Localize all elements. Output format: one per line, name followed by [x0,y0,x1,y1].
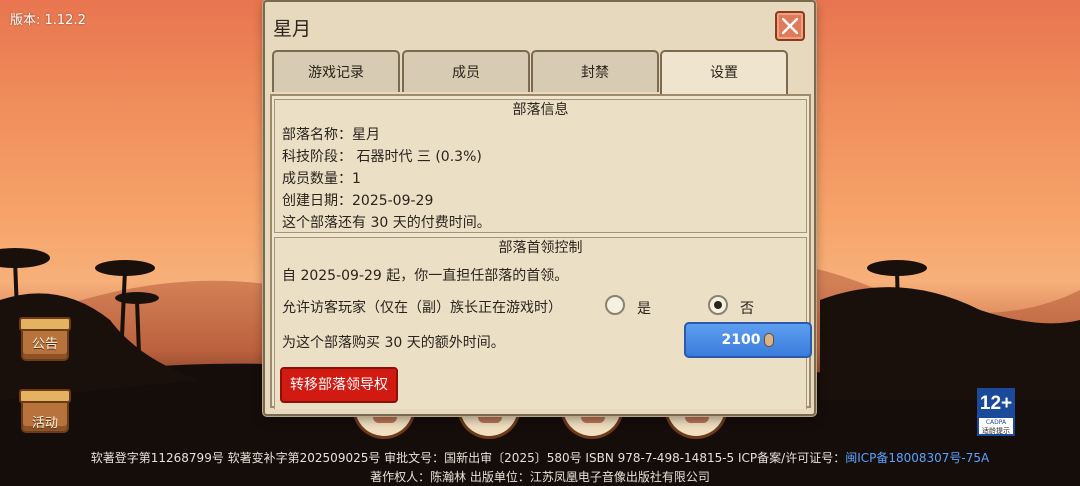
age-rating-number: 12+ [979,390,1013,418]
buy-time-label: 为这个部落购买 30 天的额外时间。 [282,335,505,351]
visitor-yes-radio[interactable] [605,295,625,315]
visitor-option-label: 允许访客玩家（仅在（副）族长正在游戏时） [282,300,562,316]
footer-license-text: 软著登字第11268799号 软著变补字第202509025号 审批文号：国新出… [90,451,846,465]
buy-time-button[interactable]: 2100 [684,322,812,358]
tribe-info-heading: 部落信息 [512,102,569,118]
leader-control-section: 部落首领控制 自 2025-09-29 起，你一直担任部落的首领。 允许访客玩家… [274,237,812,409]
close-button[interactable] [775,11,805,41]
tab-game-records[interactable]: 游戏记录 [272,50,400,92]
footer-publisher-line: 著作权人：陈瀚林 出版单位：江苏凤凰电子音像出版社有限公司 [370,470,710,484]
notice-button[interactable]: 公告 [19,317,71,361]
visitor-yes-label: 是 [637,301,651,317]
footer-license-line: 软著登字第11268799号 软著变补字第202509025号 审批文号：国新出… [0,449,1080,466]
activity-button-label: 活动 [31,416,58,431]
leader-since: 自 2025-09-29 起，你一直担任部落的首领。 [282,268,569,284]
version-label: 版本: 1.12.2 [10,13,86,28]
buy-price: 2100 [721,332,761,348]
activity-button[interactable]: 活动 [19,389,71,433]
tab-settings[interactable]: 设置 [660,50,788,94]
notice-button-label: 公告 [31,337,58,352]
age-rating-org: CADPA [985,419,1007,426]
transfer-leadership-button[interactable]: 转移部落领导权 [280,367,398,403]
paid-time: 这个部落还有 30 天的付费时间。 [282,215,491,231]
age-rating-text: 适龄提示 [982,427,1010,435]
close-icon [782,18,798,34]
created-date: 创建日期：2025-09-29 [282,193,434,209]
visitor-no-radio[interactable] [708,295,728,315]
settings-panel: 部落信息 部落名称：星月 科技阶段： 石器时代 三 (0.3%) 成员数量：1 … [270,94,812,409]
tab-members[interactable]: 成员 [402,50,530,92]
visitor-no-label: 否 [740,301,754,317]
currency-icon [764,333,775,347]
member-count: 成员数量：1 [282,171,361,187]
age-rating-badge: 12+ CADPA 适龄提示 [977,388,1015,436]
tribe-name: 部落名称：星月 [282,127,380,143]
leader-control-heading: 部落首领控制 [498,240,583,256]
tab-bans[interactable]: 封禁 [531,50,659,92]
tribe-dialog: 星月 游戏记录 成员 封禁 设置 部落信息 部落名称：星月 科技阶段： 石器时代… [263,0,816,416]
icp-link[interactable]: 闽ICP备18008307号-75A [845,451,989,465]
tech-stage: 科技阶段： 石器时代 三 (0.3%) [282,149,482,165]
dialog-title: 星月 [273,18,312,40]
tribe-info-section: 部落信息 部落名称：星月 科技阶段： 石器时代 三 (0.3%) 成员数量：1 … [274,99,807,233]
